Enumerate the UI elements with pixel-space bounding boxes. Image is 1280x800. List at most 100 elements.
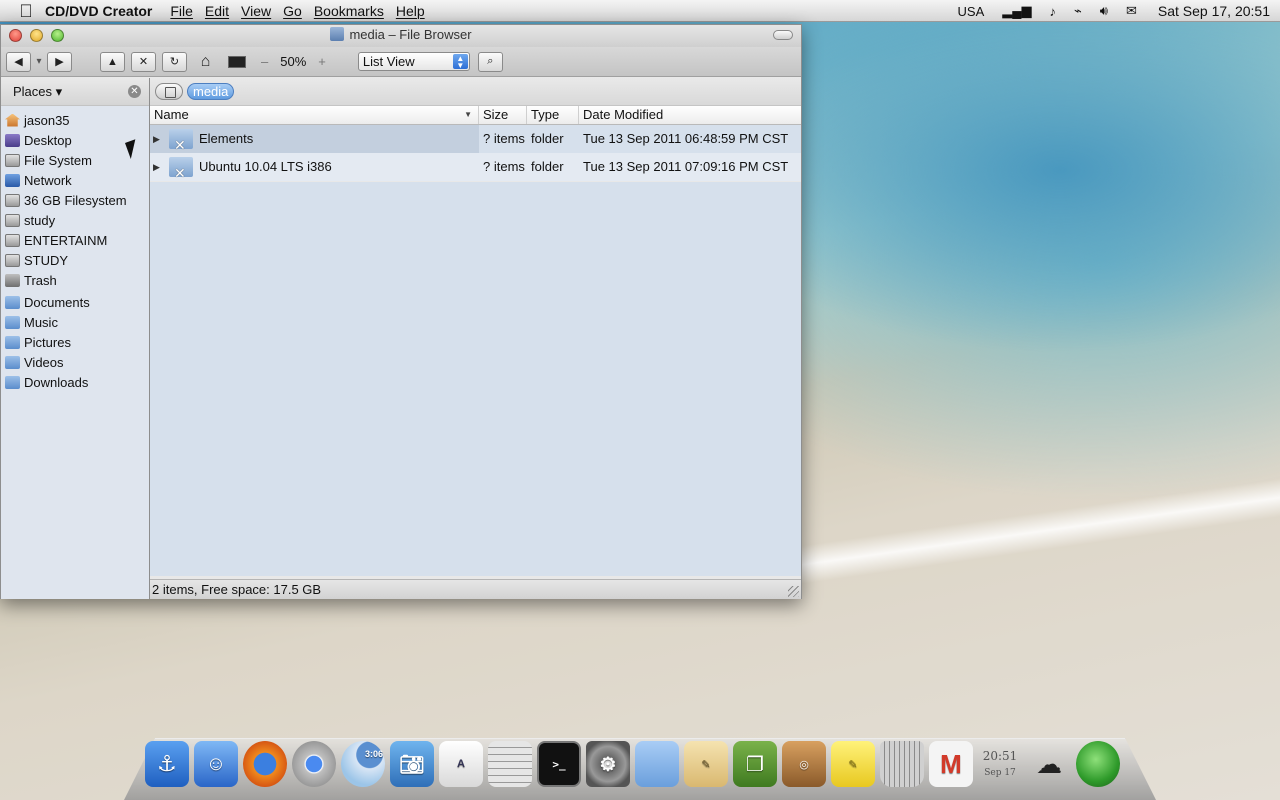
calculator-icon[interactable] — [488, 741, 532, 787]
keyboard-layout-indicator[interactable]: USA — [958, 4, 985, 19]
system-tray: USA ▂▄▆ ♪ ⌁ 🔊︎ ✉ Sat Sep 17, 20:51 — [949, 0, 1280, 22]
places-selector[interactable]: Places ▾ — [13, 84, 62, 100]
sidebar-item-entertainm[interactable]: ENTERTAINM — [1, 230, 149, 250]
close-sidebar-icon[interactable]: ✕ — [128, 85, 141, 98]
expand-triangle-icon[interactable]: ▶ — [153, 125, 163, 153]
sidebar-item-videos[interactable]: Videos — [1, 352, 149, 372]
system-preferences-icon[interactable]: ⚙ — [586, 741, 630, 787]
minimize-window-button[interactable] — [30, 29, 43, 42]
mail-icon[interactable]: ✉ — [1126, 3, 1137, 19]
ubuntu-box-icon[interactable]: ◎ — [782, 741, 826, 787]
sidebar-item-downloads[interactable]: Downloads — [1, 372, 149, 392]
folder-icon — [5, 355, 20, 369]
weather-icon[interactable]: ☁ — [1027, 741, 1071, 787]
file-list-empty-area[interactable] — [150, 182, 801, 576]
desktop-wave-foam — [800, 470, 1280, 590]
anchor-app-icon[interactable]: ⚓ — [145, 741, 189, 787]
sidebar-item-music[interactable]: Music — [1, 312, 149, 332]
apple-menu-icon[interactable]:  — [13, 0, 39, 22]
zoom-window-button[interactable] — [51, 29, 64, 42]
select-arrows-icon: ▲ ▼ — [452, 54, 468, 70]
window-titlebar[interactable]: media – File Browser — [1, 25, 801, 47]
photo-camera-icon[interactable]: 📷︎ — [390, 741, 434, 787]
sidebar-item-network[interactable]: Network — [1, 170, 149, 190]
home-button[interactable]: ⌂ — [193, 52, 218, 72]
folder-title-icon — [330, 27, 345, 41]
window-title: media – File Browser — [349, 27, 472, 42]
column-size[interactable]: Size — [479, 106, 527, 124]
sidebar-header: Places ▾ ✕ — [1, 78, 149, 106]
places-sidebar: Places ▾ ✕ jason35 Desktop File System N… — [1, 78, 150, 599]
sidebar-item-file-system[interactable]: File System — [1, 150, 149, 170]
finder-icon[interactable]: ☺ — [194, 741, 238, 787]
gmail-icon[interactable]: M — [929, 741, 973, 787]
chrome-icon[interactable] — [292, 741, 336, 787]
forward-button[interactable]: ▶ — [47, 51, 72, 72]
menu-go[interactable]: Go — [283, 3, 302, 19]
column-type[interactable]: Type — [527, 106, 579, 124]
menu-view[interactable]: View — [241, 3, 271, 19]
dock-clock-widget[interactable]: 20:51 Sep 17 — [978, 741, 1022, 787]
drive-icon — [5, 253, 20, 267]
folder-icon — [5, 335, 20, 349]
path-crumb-media[interactable]: media — [187, 83, 235, 100]
menu-file[interactable]: File — [170, 3, 193, 19]
text-editor-icon[interactable]: A — [439, 741, 483, 787]
computer-button[interactable] — [224, 52, 249, 72]
firefox-icon[interactable] — [243, 741, 287, 787]
sidebar-item-study-upper[interactable]: STUDY — [1, 250, 149, 270]
stop-button[interactable]: ✕ — [131, 51, 156, 72]
zoom-in-button[interactable]: + — [318, 54, 326, 69]
resize-grip-icon[interactable] — [788, 586, 799, 597]
dock-clock-date: Sep 17 — [984, 768, 1016, 778]
row-type: folder — [531, 159, 564, 174]
sidebar-item-home[interactable]: jason35 — [1, 110, 149, 130]
script-editor-icon[interactable]: ✎ — [684, 741, 728, 787]
back-button[interactable]: ◀ — [6, 51, 31, 72]
green-orb-icon[interactable] — [1076, 741, 1120, 787]
column-date-modified[interactable]: Date Modified — [579, 106, 799, 124]
volume-icon[interactable]: 🔊︎ — [1100, 3, 1108, 19]
search-button[interactable]: ⌕ — [477, 51, 503, 72]
itunes-icon[interactable]: 3:06 — [341, 741, 385, 787]
desktop-icon — [5, 133, 20, 147]
menubar-clock[interactable]: Sat Sep 17, 20:51 — [1158, 3, 1270, 19]
stickies-icon[interactable]: ✎ — [831, 741, 875, 787]
toolbar-toggle-button[interactable] — [773, 30, 793, 40]
network-icon — [5, 173, 20, 187]
sidebar-item-pictures[interactable]: Pictures — [1, 332, 149, 352]
folder-icon — [5, 295, 20, 309]
sidebar-item-36gb[interactable]: 36 GB Filesystem — [1, 190, 149, 210]
folder-icon — [169, 157, 193, 181]
path-root-button[interactable] — [155, 83, 183, 100]
window-body: Places ▾ ✕ jason35 Desktop File System N… — [1, 78, 801, 599]
trash-icon[interactable] — [880, 741, 924, 787]
book-icon[interactable]: ❐ — [733, 741, 777, 787]
row-size: ? items — [483, 159, 525, 174]
sidebar-item-documents[interactable]: Documents — [1, 292, 149, 312]
folder-icon[interactable] — [635, 741, 679, 787]
expand-triangle-icon[interactable]: ▶ — [153, 153, 163, 181]
window-controls — [9, 29, 64, 42]
menu-bookmarks[interactable]: Bookmarks — [314, 3, 384, 19]
history-dropdown-icon[interactable]: ▾ — [31, 52, 47, 72]
music-note-icon[interactable]: ♪ — [1049, 4, 1056, 19]
reload-button[interactable]: ↻ — [162, 51, 187, 72]
drive-icon — [5, 153, 20, 167]
menu-edit[interactable]: Edit — [205, 3, 229, 19]
table-row[interactable]: ▶ Elements ? items folder Tue 13 Sep 201… — [150, 125, 801, 153]
app-menu[interactable]: CD/DVD Creator — [45, 3, 152, 19]
signal-bars-icon[interactable]: ▂▄▆ — [1002, 3, 1031, 19]
zoom-out-button[interactable]: – — [261, 54, 268, 69]
view-mode-select[interactable]: List View ▲ ▼ — [357, 52, 470, 71]
up-button[interactable]: ▲ — [100, 51, 125, 72]
sidebar-item-trash[interactable]: Trash — [1, 270, 149, 290]
sidebar-item-study-lower[interactable]: study — [1, 210, 149, 230]
terminal-icon[interactable]: >_ — [537, 741, 581, 787]
menu-help[interactable]: Help — [396, 3, 425, 19]
network-icon[interactable]: ⌁ — [1074, 3, 1082, 19]
close-window-button[interactable] — [9, 29, 22, 42]
table-row[interactable]: ▶ Ubuntu 10.04 LTS i386 ? items folder T… — [150, 153, 801, 181]
column-name[interactable]: Name ▼ — [150, 106, 479, 124]
drive-icon — [5, 193, 20, 207]
